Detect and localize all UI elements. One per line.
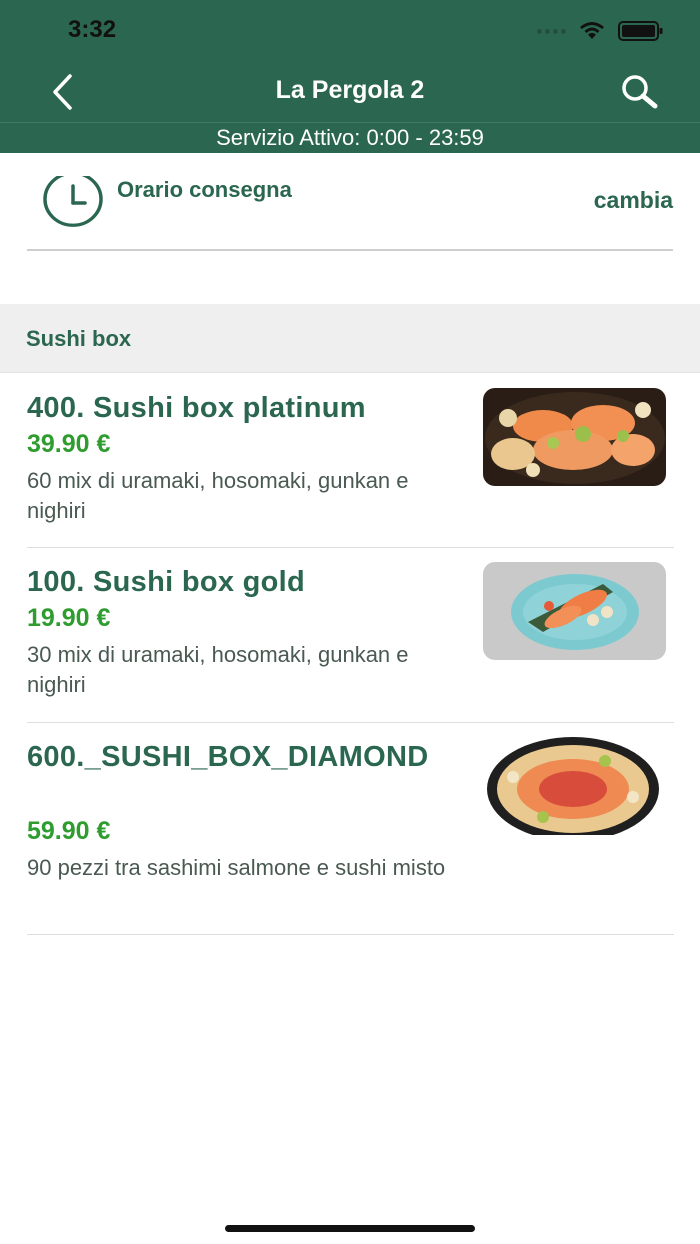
page-title: La Pergola 2 (275, 76, 425, 104)
delivery-time-label: Orario consegna (117, 177, 292, 202)
product-price: 39.90 € (27, 430, 111, 458)
battery-icon (618, 20, 664, 42)
product-image[interactable] (483, 737, 666, 835)
product-description: 30 mix di uramaki, hosomaki, gunkan e ni… (27, 642, 409, 697)
category-title: Sushi box (26, 326, 132, 351)
product-item[interactable]: 600._SUSHI_BOX_DIAMOND 59.90 € 90 pezzi … (27, 723, 674, 935)
change-delivery-time-link[interactable]: cambia (594, 187, 673, 214)
product-price: 19.90 € (27, 604, 111, 632)
status-icons (537, 20, 664, 42)
product-description: 60 mix di uramaki, hosomaki, gunkan e ni… (27, 468, 409, 523)
product-description: 90 pezzi tra sashimi salmone e sushi mis… (27, 855, 446, 880)
category-header: Sushi box (0, 304, 700, 373)
home-indicator[interactable] (225, 1225, 475, 1232)
product-name: 600._SUSHI_BOX_DIAMOND (27, 741, 429, 773)
product-price: 59.90 € (27, 817, 111, 845)
search-icon (622, 75, 658, 109)
service-hours-bar: Servizio Attivo: 0:00 - 23:59 (0, 122, 700, 153)
clock-icon (43, 171, 105, 228)
product-item[interactable]: 100. Sushi box gold 19.90 € 30 mix di ur… (27, 548, 674, 723)
product-image[interactable] (483, 562, 666, 660)
product-name: 400. Sushi box platinum (27, 392, 366, 424)
product-list: 400. Sushi box platinum 39.90 € 60 mix d… (27, 374, 674, 935)
wifi-icon (578, 21, 606, 41)
product-item[interactable]: 400. Sushi box platinum 39.90 € 60 mix d… (27, 374, 674, 548)
delivery-time-row: Orario consegna cambia (27, 153, 673, 251)
product-image[interactable] (483, 388, 666, 486)
product-name: 100. Sushi box gold (27, 566, 306, 598)
app-header: 3:32 La Pergola 2 (0, 0, 700, 122)
search-button[interactable] (618, 72, 662, 112)
signal-icon (537, 28, 566, 34)
status-time: 3:32 (68, 16, 117, 43)
